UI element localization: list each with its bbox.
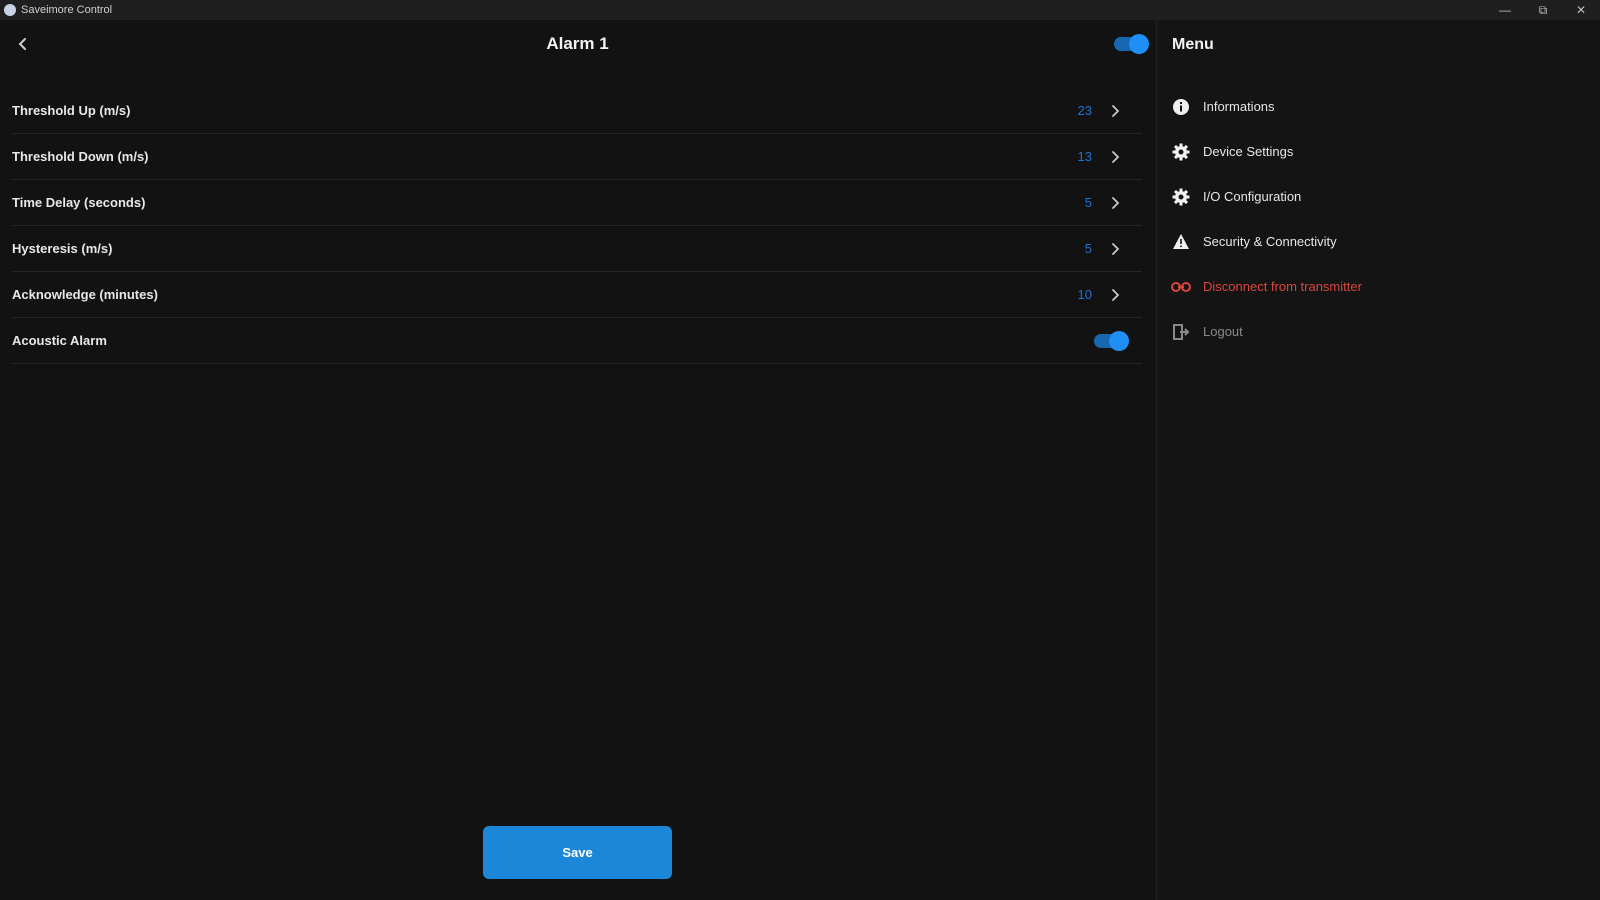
info-icon — [1171, 97, 1191, 117]
window-title: Saveimore Control — [21, 4, 113, 16]
menu-item-io-configuration[interactable]: I/O Configuration — [1171, 174, 1591, 219]
toggle-knob — [1109, 330, 1129, 351]
alarm-enable-toggle[interactable] — [1114, 34, 1149, 54]
settings-list: Threshold Up (m/s) 23 Threshold Down (m/… — [12, 88, 1142, 364]
gear-icon — [1171, 142, 1191, 162]
page-title: Alarm 1 — [546, 34, 609, 53]
setting-hysteresis[interactable]: Hysteresis (m/s) 5 — [12, 226, 1142, 272]
menu-label: Disconnect from transmitter — [1203, 279, 1362, 294]
menu-item-device-settings[interactable]: Device Settings — [1171, 129, 1591, 174]
menu-item-logout[interactable]: Logout — [1171, 309, 1591, 354]
menu-item-security-connectivity[interactable]: Security & Connectivity — [1171, 219, 1591, 264]
main-panel: Alarm 1 Threshold Up (m/s) 23 Threshold … — [0, 20, 1155, 900]
setting-value: 5 — [1084, 195, 1092, 210]
setting-acoustic-alarm: Acoustic Alarm — [12, 318, 1142, 364]
setting-value: 10 — [1077, 287, 1092, 302]
setting-threshold-down[interactable]: Threshold Down (m/s) 13 — [12, 134, 1142, 180]
sidebar-menu: Menu Informations Device Settings I/O Co… — [1156, 20, 1600, 900]
menu-label: Device Settings — [1203, 144, 1294, 159]
title-bar: Saveimore Control — ⧉ ✕ — [0, 0, 1600, 20]
setting-label: Threshold Up (m/s) — [12, 103, 131, 118]
logout-icon — [1171, 322, 1191, 342]
menu-item-disconnect[interactable]: Disconnect from transmitter — [1171, 264, 1591, 309]
chevron-right-icon — [1106, 147, 1126, 167]
setting-label: Threshold Down (m/s) — [12, 149, 149, 164]
minimize-button[interactable]: — — [1486, 0, 1524, 20]
unlink-icon — [1171, 277, 1191, 297]
chevron-right-icon — [1106, 193, 1126, 213]
close-button[interactable]: ✕ — [1562, 0, 1600, 20]
warning-icon — [1171, 232, 1191, 252]
save-button[interactable]: Save — [483, 826, 672, 879]
menu-label: I/O Configuration — [1203, 189, 1302, 204]
setting-value: 5 — [1084, 241, 1092, 256]
window-controls: — ⧉ ✕ — [1486, 0, 1600, 20]
menu-label: Security & Connectivity — [1203, 234, 1337, 249]
setting-acknowledge[interactable]: Acknowledge (minutes) 10 — [12, 272, 1142, 318]
menu-label: Informations — [1203, 99, 1275, 114]
toggle-knob — [1129, 34, 1149, 54]
menu-list: Informations Device Settings I/O Configu… — [1171, 84, 1591, 354]
setting-threshold-up[interactable]: Threshold Up (m/s) 23 — [12, 88, 1142, 134]
setting-value: 23 — [1077, 103, 1092, 118]
gear-icon — [1171, 187, 1191, 207]
maximize-button[interactable]: ⧉ — [1524, 0, 1562, 20]
page-header: Alarm 1 — [0, 20, 1155, 70]
setting-label: Time Delay (seconds) — [12, 195, 146, 210]
setting-label: Acknowledge (minutes) — [12, 287, 158, 302]
chevron-right-icon — [1106, 239, 1126, 259]
menu-item-informations[interactable]: Informations — [1171, 84, 1591, 129]
setting-label: Hysteresis (m/s) — [12, 241, 113, 256]
setting-time-delay[interactable]: Time Delay (seconds) 5 — [12, 180, 1142, 226]
chevron-right-icon — [1106, 101, 1126, 121]
menu-title: Menu — [1172, 36, 1214, 53]
setting-label: Acoustic Alarm — [12, 333, 107, 348]
menu-label: Logout — [1203, 324, 1243, 339]
chevron-right-icon — [1106, 285, 1126, 305]
setting-value: 13 — [1077, 149, 1092, 164]
app-icon — [4, 4, 16, 16]
acoustic-alarm-toggle[interactable] — [1094, 330, 1129, 351]
